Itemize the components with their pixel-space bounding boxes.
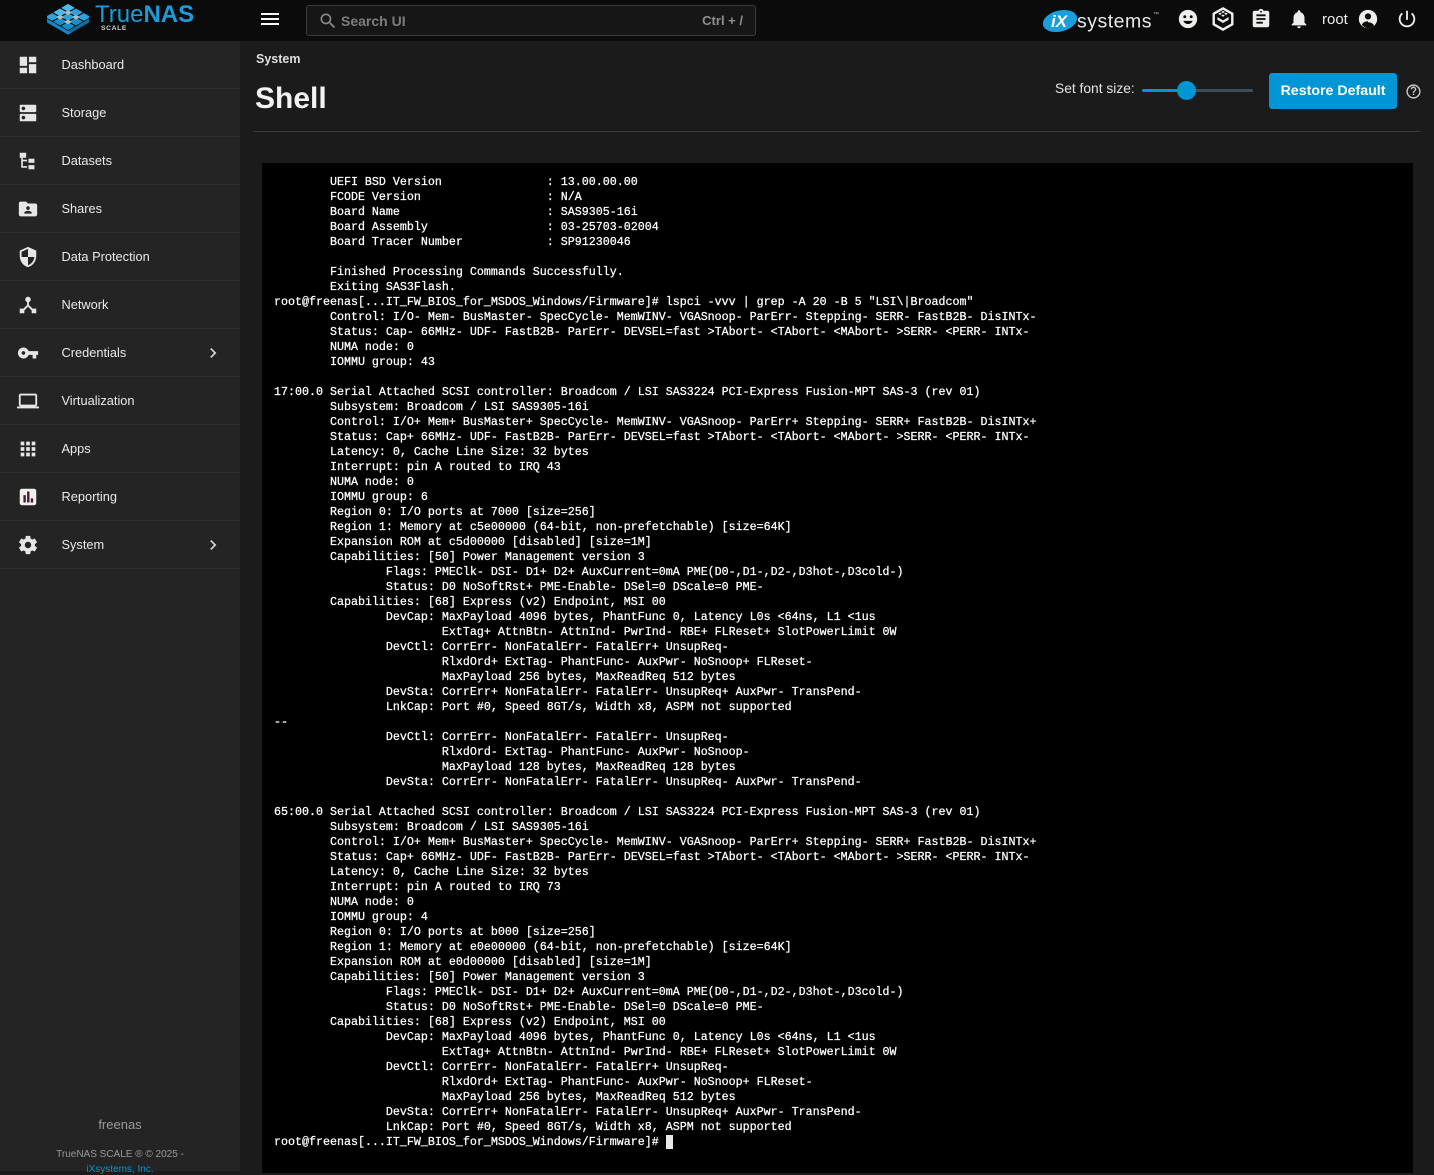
svg-text:systems: systems — [1077, 11, 1152, 33]
svg-text:™: ™ — [1153, 11, 1159, 18]
svg-text:iX: iX — [1051, 12, 1069, 31]
